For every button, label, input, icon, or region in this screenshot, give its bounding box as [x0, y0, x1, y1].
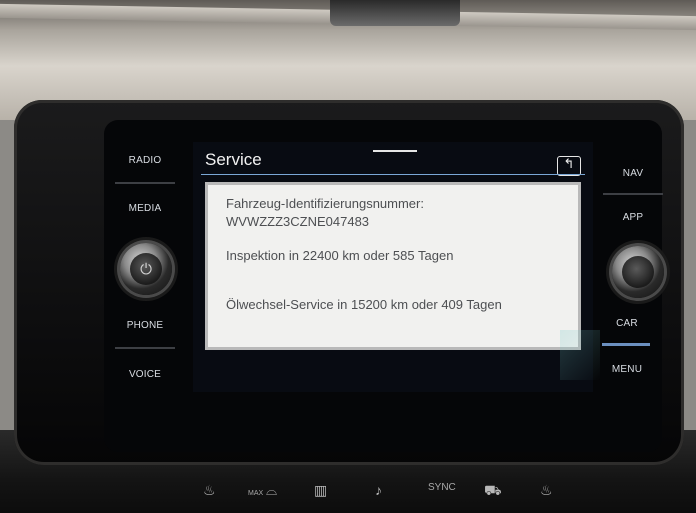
button-separator	[115, 182, 175, 184]
seat-heat-icon[interactable]: ♨	[203, 482, 216, 499]
swipe-handle[interactable]	[373, 150, 417, 152]
back-button[interactable]: ↰	[557, 156, 581, 176]
air-vent	[330, 0, 460, 26]
defrost-icon: ⌓	[265, 482, 278, 498]
voice-button[interactable]: VOICE	[110, 369, 180, 380]
car-recirculation-icon[interactable]: ⛟	[484, 482, 502, 501]
vin-label: Fahrzeug-Identifizierungsnummer:	[226, 196, 424, 211]
max-label: MAX	[248, 490, 264, 497]
media-button[interactable]: MEDIA	[110, 203, 180, 214]
power-icon: ⏻	[130, 253, 162, 285]
volume-power-knob[interactable]: ⏻	[120, 243, 172, 295]
app-button[interactable]: APP	[598, 212, 668, 223]
inspection-info: Inspektion in 22400 km oder 585 Tagen	[226, 248, 454, 263]
screen-glare	[560, 330, 600, 380]
back-arrow-icon: ↰	[563, 157, 575, 172]
oil-service-info: Ölwechsel-Service in 15200 km oder 409 T…	[226, 297, 502, 312]
button-separator	[603, 193, 663, 195]
button-separator	[115, 347, 175, 349]
radio-button[interactable]: RADIO	[110, 155, 180, 166]
touch-screen: Service ↰ Fahrzeug-Identifizierungsnumme…	[193, 142, 593, 392]
title-divider	[201, 174, 585, 175]
service-info-panel: Fahrzeug-Identifizierungsnummer: WVWZZZ3…	[205, 182, 581, 350]
seat-vent-icon[interactable]: ♪	[375, 482, 382, 498]
tuning-knob[interactable]	[612, 246, 664, 298]
car-button[interactable]: CAR	[592, 318, 662, 329]
page-title: Service	[205, 150, 262, 169]
max-defrost-button[interactable]: MAX ⌓	[248, 482, 277, 499]
sync-button[interactable]: SYNC	[428, 482, 456, 493]
vin-value: WVWZZZ3CZNE047483	[226, 214, 370, 229]
menu-accent-bar	[602, 343, 650, 346]
seat-heat-right-icon[interactable]: ♨	[540, 482, 553, 499]
phone-button[interactable]: PHONE	[110, 320, 180, 331]
menu-button[interactable]: MENU	[592, 364, 662, 375]
nav-button[interactable]: NAV	[598, 168, 668, 179]
rear-defrost-icon[interactable]: ▥	[314, 482, 327, 499]
knob-cap-icon	[622, 256, 654, 288]
